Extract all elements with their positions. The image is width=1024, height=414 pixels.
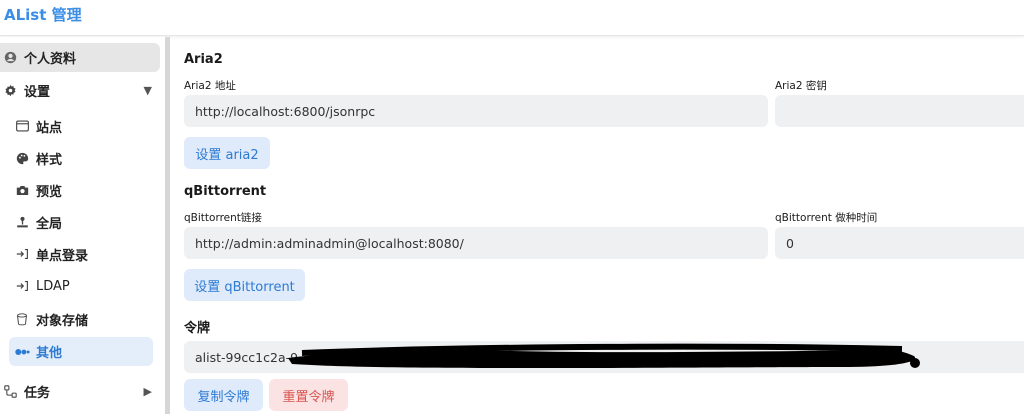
bucket-icon xyxy=(14,312,30,326)
flow-icon xyxy=(2,384,18,398)
sidebar-item-preview[interactable]: 预览 xyxy=(14,176,160,204)
sidebar-item-label: 站点 xyxy=(36,120,63,136)
sidebar-item-object-storage[interactable]: 对象存储 xyxy=(14,305,160,333)
set-aria2-button[interactable]: 设置 aria2 xyxy=(184,137,270,169)
login-arrow-icon xyxy=(14,248,30,260)
sidebar-item-settings[interactable]: 设置 ▼ xyxy=(0,76,160,104)
qbittorrent-url-field[interactable]: http://admin:adminadmin@localhost:8080/ xyxy=(184,227,768,259)
qbittorrent-seedtime-field[interactable]: 0 xyxy=(775,227,1024,259)
sidebar-item-ldap[interactable]: LDAP xyxy=(14,272,160,300)
redaction-scribble xyxy=(288,343,920,368)
sidebar-item-label: 个人资料 xyxy=(24,52,77,67)
sidebar-item-other[interactable]: 其他 xyxy=(9,337,153,366)
sidebar-item-label: 单点登录 xyxy=(36,248,89,264)
sidebar-item-global[interactable]: 全局 xyxy=(14,208,160,236)
joystick-icon xyxy=(14,216,30,229)
aria2-address-label: Aria2 地址 xyxy=(184,80,236,92)
caret-down-icon[interactable]: ▼ xyxy=(144,84,152,97)
aria2-address-field[interactable]: http://localhost:6800/jsonrpc xyxy=(184,95,768,127)
top-bar: AList 管理 xyxy=(0,0,1024,36)
sidebar-item-style[interactable]: 样式 xyxy=(14,144,160,172)
copy-token-button[interactable]: 复制令牌 xyxy=(184,379,263,411)
aria2-secret-label: Aria2 密钥 xyxy=(775,80,827,92)
qbittorrent-seedtime-label: qBittorrent 做种时间 xyxy=(775,212,878,224)
palette-icon xyxy=(14,152,30,165)
sidebar-item-label: 对象存储 xyxy=(36,313,89,329)
set-qbittorrent-button[interactable]: 设置 qBittorrent xyxy=(184,269,305,301)
sidebar-item-label: 全局 xyxy=(36,216,63,232)
qbittorrent-section-title: qBittorrent xyxy=(184,184,267,199)
login-arrow-icon xyxy=(14,280,30,292)
sidebar-item-site[interactable]: 站点 xyxy=(14,112,160,140)
sidebar-item-tasks[interactable]: 任务 ▶ xyxy=(0,377,160,405)
reset-token-button[interactable]: 重置令牌 xyxy=(269,379,348,411)
sidebar-item-profile[interactable]: 个人资料 xyxy=(0,43,160,72)
sidebar-item-label: 样式 xyxy=(36,152,63,168)
app-title[interactable]: AList 管理 xyxy=(4,4,82,25)
aria2-secret-field[interactable] xyxy=(775,95,1024,127)
gear-icon xyxy=(2,84,18,97)
token-section-title: 令牌 xyxy=(184,321,211,336)
caret-right-icon[interactable]: ▶ xyxy=(144,385,152,398)
dots-icon xyxy=(14,348,30,356)
sidebar-item-label: LDAP xyxy=(36,278,70,294)
window-icon xyxy=(14,120,30,132)
aria2-section-title: Aria2 xyxy=(184,52,223,67)
sidebar-item-label: 其他 xyxy=(36,346,63,361)
camera-icon xyxy=(14,185,30,196)
sidebar-item-label: 任务 xyxy=(24,385,51,401)
qbittorrent-url-label: qBittorrent链接 xyxy=(184,212,262,224)
sidebar-item-sso[interactable]: 单点登录 xyxy=(14,240,160,268)
sidebar-item-label: 设置 xyxy=(24,84,51,100)
sidebar-item-label: 预览 xyxy=(36,184,63,200)
user-circle-icon xyxy=(2,51,18,64)
